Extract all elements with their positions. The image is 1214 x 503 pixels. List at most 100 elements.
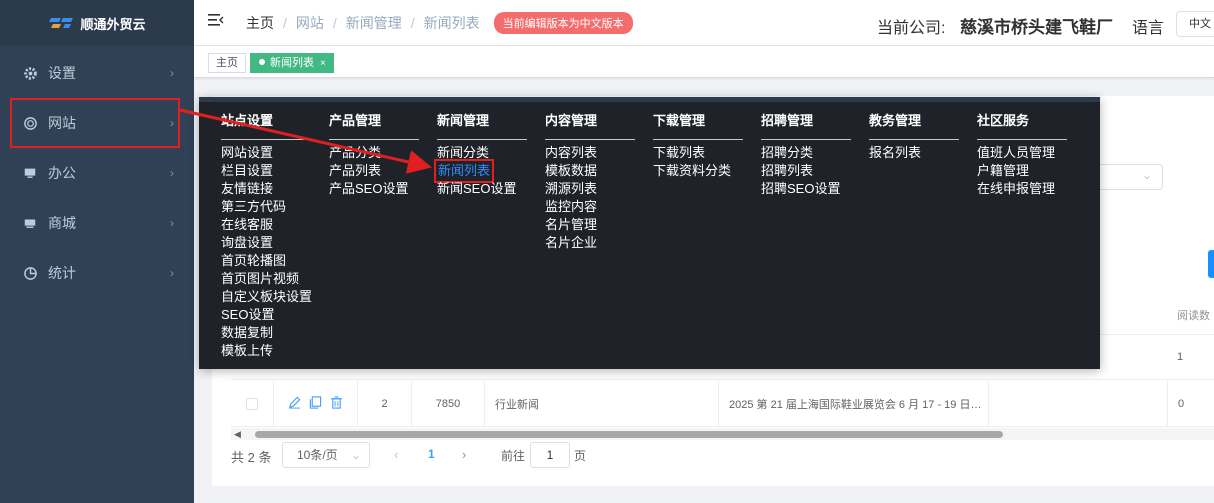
mega-menu-column: 教务管理 报名列表 [869, 111, 959, 162]
breadcrumb-news-list: 新闻列表 [423, 14, 480, 31]
mega-menu-item[interactable]: 友情链接 [221, 180, 311, 198]
mega-menu-item[interactable]: 户籍管理 [977, 162, 1067, 180]
menu-toggle-icon[interactable] [208, 13, 224, 32]
mega-menu-item[interactable]: 下载资料分类 [653, 162, 743, 180]
mega-menu-item[interactable]: 产品SEO设置 [329, 180, 419, 198]
sidebar-item-label: 网站 [48, 115, 76, 131]
sidebar-item-settings[interactable]: 设置 › [0, 48, 194, 98]
mega-menu-top-border [199, 97, 1100, 102]
table-row[interactable]: 2 7850 行业新闻 2025 第 21 届上海国际鞋业展览会 6 月 17 … [231, 381, 1214, 427]
tag-home[interactable]: 主页 [208, 53, 246, 73]
page-size-select[interactable]: 10条/页 ⌄ [282, 442, 370, 468]
column-header-read-count[interactable]: 阅读数 [1177, 307, 1210, 323]
tag-label: 新闻列表 [270, 57, 314, 69]
mega-menu-item[interactable]: 值班人员管理 [977, 144, 1067, 162]
copy-icon[interactable] [309, 396, 322, 412]
category-cell: 行业新闻 [484, 381, 718, 427]
delete-icon[interactable] [330, 396, 343, 412]
mega-menu-divider [761, 139, 851, 140]
mega-menu-item[interactable]: 首页图片视频 [221, 270, 311, 288]
mega-menu-item[interactable]: 自定义板块设置 [221, 288, 312, 306]
page-number-current[interactable]: 1 [428, 447, 435, 461]
company-name: 慈溪市桥头建飞鞋厂 [960, 18, 1113, 37]
language-select[interactable]: 中文 [1176, 11, 1214, 37]
mega-menu-column: 新闻管理新闻分类 新闻列表 新闻SEO设置 [433, 111, 527, 198]
index-cell: 2 [357, 381, 411, 427]
mega-menu-item[interactable]: SEO设置 [221, 306, 311, 324]
monitor-icon [22, 165, 38, 181]
breadcrumb-home[interactable]: 主页 [246, 13, 274, 33]
mega-menu-item[interactable]: 溯源列表 [545, 180, 635, 198]
mega-menu-item[interactable]: 报名列表 [869, 144, 959, 162]
website-mega-menu: 站点设置 网站设置 栏目设置 友情链接 第三方代码 在线客服 询盘设置 首页轮播图 首页图片视频… [199, 97, 1100, 369]
sidebar-item-stats[interactable]: 统计 › [0, 248, 194, 298]
language-label: 语言 [1132, 20, 1165, 37]
scrollbar-thumb[interactable] [255, 431, 1003, 438]
tag-news-list[interactable]: 新闻列表 × [250, 53, 334, 73]
mega-menu-item[interactable]: 名片管理 [545, 216, 635, 234]
prev-page-icon[interactable]: ‹ [394, 447, 398, 462]
mega-menu-heading: 教务管理 [869, 113, 922, 128]
mega-menu-item[interactable]: 首页轮播图 [221, 252, 311, 270]
row-checkbox[interactable] [246, 398, 258, 410]
mega-menu-item[interactable]: 内容列表 [545, 144, 635, 162]
mega-menu-divider [545, 139, 635, 140]
mega-menu-item[interactable]: 名片企业 [545, 234, 635, 252]
mega-menu-item[interactable]: 招聘分类 [761, 144, 851, 162]
mega-menu-item[interactable]: 招聘SEO设置 [761, 180, 851, 198]
sidebar-item-website[interactable]: 网站 › [10, 98, 180, 148]
goto-page-input[interactable]: 1 [530, 442, 570, 468]
mega-menu-item[interactable]: 数据复制 [221, 324, 311, 342]
mega-menu-heading: 新闻管理 [437, 113, 490, 128]
mega-menu-divider [869, 139, 959, 140]
mega-menu-item[interactable]: 模板上传 [221, 342, 311, 360]
chevron-right-icon: › [170, 216, 174, 230]
mega-menu-item[interactable]: 询盘设置 [221, 234, 311, 252]
sidebar-item-label: 商城 [48, 215, 76, 231]
breadcrumb-separator: / [410, 14, 415, 31]
sidebar-item-label: 统计 [48, 265, 76, 281]
mega-menu-item[interactable]: 第三方代码 [221, 198, 311, 216]
mega-menu-item-selected[interactable]: 新闻列表 [433, 159, 527, 183]
mega-menu-heading: 招聘管理 [761, 113, 814, 128]
row-checkbox-cell [231, 381, 273, 427]
goto-label: 前往 [501, 449, 526, 463]
mega-menu-item[interactable]: 网站设置 [221, 144, 311, 162]
mega-menu-item[interactable]: 下载列表 [653, 144, 743, 162]
read-count-cell: 0 [1167, 381, 1214, 427]
primary-button-edge[interactable] [1208, 250, 1214, 278]
edit-icon[interactable] [288, 396, 301, 412]
mega-menu-item[interactable]: 招聘列表 [761, 162, 851, 180]
chevron-right-icon: › [170, 266, 174, 280]
sidebar-item-office[interactable]: 办公 › [0, 148, 194, 198]
horizontal-scrollbar[interactable]: ◀ [231, 428, 1214, 440]
chevron-right-icon: › [170, 166, 174, 180]
mega-menu-divider [653, 139, 743, 140]
breadcrumb-separator: / [332, 14, 337, 31]
chevron-down-icon: ⌄ [350, 448, 361, 462]
mega-menu-item[interactable]: 模板数据 [545, 162, 635, 180]
sidebar-item-label: 设置 [48, 65, 76, 81]
version-badge: 当前编辑版本为中文版本 [493, 11, 633, 34]
globe-icon [22, 115, 38, 131]
mega-menu-item[interactable]: 栏目设置 [221, 162, 311, 180]
pie-chart-icon [22, 265, 38, 281]
mega-menu-item[interactable]: 新闻分类 [437, 144, 527, 162]
logo[interactable]: 顺通外贸云 [0, 0, 194, 46]
mega-menu-item[interactable]: 产品分类 [329, 144, 419, 162]
mega-menu-item[interactable]: 在线客服 [221, 216, 311, 234]
sidebar-item-mall[interactable]: 商城 › [0, 198, 194, 248]
close-icon[interactable]: × [320, 58, 326, 69]
mega-menu-item[interactable]: 监控内容 [545, 198, 635, 216]
mega-menu-item[interactable]: 在线申报管理 [977, 180, 1067, 198]
id-cell: 7850 [411, 381, 484, 427]
mega-menu-item[interactable]: 产品列表 [329, 162, 419, 180]
mega-menu-column: 招聘管理招聘分类 招聘列表 招聘SEO设置 [761, 111, 851, 198]
breadcrumb-news-management: 新闻管理 [345, 14, 402, 31]
mega-menu-heading: 社区服务 [977, 113, 1030, 128]
next-page-icon[interactable]: › [462, 447, 466, 462]
mega-menu-heading: 产品管理 [329, 113, 382, 128]
scroll-left-icon[interactable]: ◀ [234, 428, 241, 440]
mega-menu-item[interactable]: 新闻SEO设置 [437, 180, 527, 198]
empty-cell [988, 381, 1167, 427]
